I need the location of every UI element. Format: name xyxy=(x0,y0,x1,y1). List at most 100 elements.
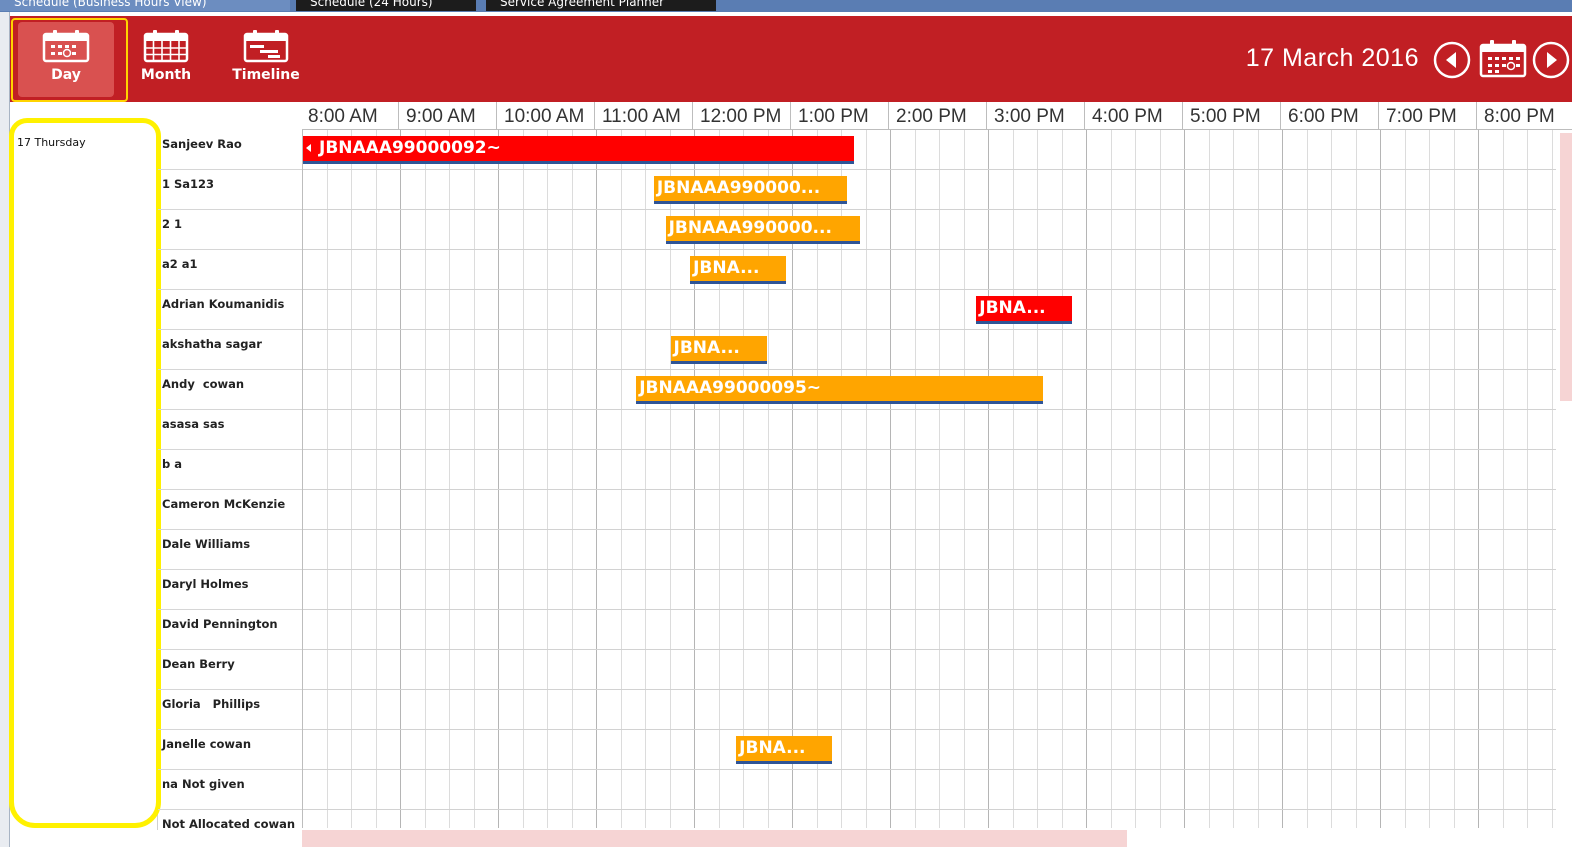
appointment-block[interactable]: JBNA... xyxy=(736,736,833,764)
grid-vertical-line xyxy=(939,130,940,828)
appointment-block[interactable]: JBNAAA99000095~ xyxy=(636,376,1043,404)
month-view-button[interactable]: Month xyxy=(118,22,214,97)
appointment-block[interactable]: JBNAAA990000... xyxy=(665,216,860,244)
resource-name: asasa sas xyxy=(162,417,225,431)
appointment-block[interactable]: JBNA... xyxy=(976,296,1073,324)
appointment-label: JBNA... xyxy=(693,258,760,278)
grid-vertical-line xyxy=(1110,130,1112,828)
previous-day-button[interactable] xyxy=(1433,41,1471,79)
resource-name: Dale Williams xyxy=(162,537,251,551)
grid-vertical-line xyxy=(1453,130,1455,828)
tab-schedule-business-hours[interactable]: Schedule (Business Hours View) xyxy=(0,0,290,11)
appointment-block[interactable]: JBNAAA99000092~ xyxy=(303,136,854,164)
grid-horizontal-line xyxy=(303,329,1556,330)
resource-name: Sanjeev Rao xyxy=(162,137,242,151)
appointment-block[interactable]: JBNA... xyxy=(690,256,787,284)
grid-horizontal-line xyxy=(303,529,1556,530)
grid-vertical-line xyxy=(645,130,646,828)
hour-separator xyxy=(1280,102,1281,130)
appointment-block[interactable]: JBNAAA990000... xyxy=(653,176,847,204)
vertical-scrollbar-thumb[interactable] xyxy=(1560,133,1572,401)
grid-vertical-line xyxy=(890,130,891,828)
grid-vertical-line xyxy=(473,130,475,828)
calendar-icon xyxy=(1479,40,1527,78)
grid-vertical-line xyxy=(1233,130,1234,828)
resource-row: Adrian Koumanidis xyxy=(158,290,302,330)
appointment-label: JBNA... xyxy=(739,738,806,758)
appointment-label: JBNA... xyxy=(979,298,1046,318)
grid-vertical-line xyxy=(547,130,548,828)
hour-label: 1:00 PM xyxy=(798,106,869,127)
resource-row: 1 Sa123 xyxy=(158,170,302,210)
grid-horizontal-line xyxy=(303,729,1556,730)
grid-vertical-line xyxy=(1037,130,1038,828)
grid-vertical-line xyxy=(571,130,573,828)
next-day-button[interactable] xyxy=(1532,41,1570,79)
grid-vertical-line xyxy=(1527,130,1528,828)
hour-label: 6:00 PM xyxy=(1288,106,1359,127)
scheduler-app: Schedule (Business Hours View) Schedule … xyxy=(0,0,1572,847)
resource-row: Gloria Phillips xyxy=(158,690,302,730)
grid-horizontal-line xyxy=(303,209,1556,210)
left-edge xyxy=(0,12,10,847)
grid-vertical-line xyxy=(424,130,426,828)
grid-vertical-line xyxy=(1331,130,1332,828)
resource-name: a2 a1 xyxy=(162,257,198,271)
day-view-label: Day xyxy=(51,67,81,83)
hour-separator xyxy=(986,102,987,130)
horizontal-scrollbar[interactable] xyxy=(302,828,1556,847)
appointment-label: JBNAAA990000... xyxy=(656,178,821,198)
resource-row: 2 1 xyxy=(158,210,302,250)
grid-horizontal-line xyxy=(303,809,1556,810)
resource-name: b a xyxy=(162,457,182,471)
grid-vertical-line xyxy=(375,130,377,828)
grid-vertical-line xyxy=(351,130,352,828)
timeline-view-button[interactable]: Timeline xyxy=(218,22,314,97)
grid-vertical-line xyxy=(1355,130,1357,828)
hour-separator xyxy=(790,102,791,130)
hour-separator xyxy=(594,102,595,130)
hour-label: 9:00 AM xyxy=(406,106,476,127)
grid-vertical-line xyxy=(1257,130,1259,828)
resource-row: Daryl Holmes xyxy=(158,570,302,610)
grid-vertical-line xyxy=(1159,130,1161,828)
hour-label: 11:00 AM xyxy=(602,106,681,127)
timeline-view-label: Timeline xyxy=(232,67,300,83)
date-picker-button[interactable] xyxy=(1478,38,1528,80)
grid-vertical-line xyxy=(1380,130,1381,828)
month-view-label: Month xyxy=(140,67,192,83)
calendar-month-icon xyxy=(143,30,189,63)
horizontal-scrollbar-thumb[interactable] xyxy=(302,830,1127,847)
day-column: 17 Thursday xyxy=(12,130,158,830)
grid-vertical-line xyxy=(1404,130,1406,828)
appointment-block[interactable]: JBNA... xyxy=(670,336,767,364)
grid-horizontal-line xyxy=(303,169,1556,170)
grid-vertical-line xyxy=(1086,130,1087,828)
grid-vertical-line xyxy=(1306,130,1308,828)
resource-row: akshatha sagar xyxy=(158,330,302,370)
grid-vertical-line xyxy=(1061,130,1063,828)
grid-vertical-line xyxy=(449,130,450,828)
resource-row: asasa sas xyxy=(158,410,302,450)
schedule-grid[interactable]: JBNAAA99000092~ JBNAAA990000... JBNAAA9900… xyxy=(302,130,1556,828)
appointment-label: JBNAAA99000092~ xyxy=(319,138,501,158)
grid-vertical-line xyxy=(1429,130,1430,828)
hour-separator xyxy=(1476,102,1477,130)
hour-separator xyxy=(398,102,399,130)
day-view-button[interactable]: Day xyxy=(18,22,114,97)
grid-vertical-line xyxy=(1184,130,1185,828)
resource-name: Gloria Phillips xyxy=(162,697,261,711)
grid-horizontal-line xyxy=(303,609,1556,610)
grid-vertical-line xyxy=(522,130,524,828)
vertical-scrollbar[interactable] xyxy=(1556,130,1572,828)
tab-schedule-24-hours[interactable]: Schedule (24 Hours) xyxy=(296,0,476,11)
appointment-label: JBNA... xyxy=(673,338,740,358)
hour-label: 5:00 PM xyxy=(1190,106,1261,127)
grid-vertical-line xyxy=(1208,130,1210,828)
resource-name: na Not given xyxy=(162,777,245,791)
resource-name: Adrian Koumanidis xyxy=(162,297,285,311)
resource-column: Sanjeev Rao 1 Sa123 2 1 a2 a1 Adrian Koumani… xyxy=(158,130,302,831)
tab-service-agreement-planner[interactable]: Service Agreement Planner xyxy=(486,0,716,11)
scheduler-toolbar: Day Month Timeline 17 March 2016 xyxy=(10,16,1572,102)
grid-vertical-line xyxy=(326,130,328,828)
